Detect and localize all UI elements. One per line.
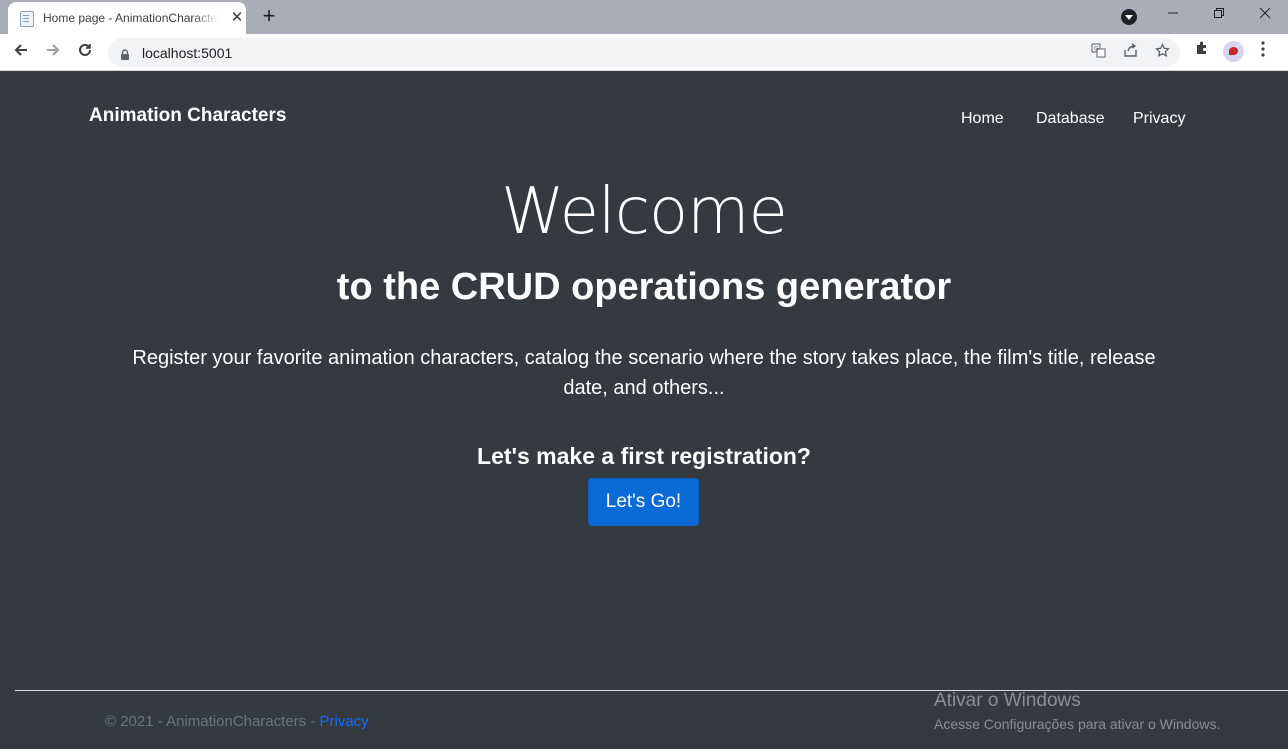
page-body: Animation Characters Home Database Priva… (0, 71, 1288, 749)
kebab-menu-icon[interactable] (1255, 40, 1271, 62)
avatar[interactable] (1223, 41, 1244, 62)
minimize-icon[interactable] (1158, 4, 1188, 26)
url-text[interactable]: localhost:5001 (142, 45, 232, 61)
plus-icon[interactable]: + (258, 5, 280, 27)
forward-arrow-icon[interactable] (40, 40, 66, 66)
page-title: Welcome (501, 175, 788, 249)
footer: © 2021 - AnimationCharacters - Privacy (105, 713, 369, 730)
close-window-icon[interactable] (1250, 4, 1280, 26)
star-icon[interactable] (1152, 42, 1172, 63)
svg-text:G: G (1094, 47, 1099, 53)
browser-tab[interactable]: Home page - AnimationCharacters ✕ (8, 2, 246, 34)
windows-activation-watermark: Ativar o Windows Acesse Configurações pa… (934, 690, 1220, 734)
lead-text: Register your favorite animation charact… (132, 347, 1156, 399)
restore-icon[interactable] (1204, 4, 1234, 26)
tab-title: Home page - AnimationCharacters (43, 11, 219, 25)
watermark-subtitle: Acesse Configurações para ativar o Windo… (934, 716, 1221, 732)
cta-heading: Let's make a first registration? (477, 443, 811, 469)
tab-search-icon[interactable] (1121, 9, 1137, 25)
browser-toolbar: localhost:5001 G (0, 34, 1288, 71)
back-arrow-icon[interactable] (8, 40, 34, 66)
puzzle-icon[interactable] (1192, 40, 1212, 62)
footer-privacy-link[interactable]: Privacy (319, 713, 368, 730)
navbar-brand[interactable]: Animation Characters (89, 105, 286, 127)
lets-go-button[interactable]: Let's Go! (588, 478, 699, 526)
page-icon (20, 11, 34, 27)
reload-icon[interactable] (72, 40, 98, 66)
nav-link-home[interactable]: Home (961, 110, 1004, 128)
nav-link-database[interactable]: Database (1036, 110, 1105, 128)
translate-icon[interactable]: G (1088, 43, 1108, 63)
address-bar[interactable]: localhost:5001 G (108, 38, 1180, 67)
footer-copyright: © 2021 - AnimationCharacters - (105, 713, 320, 730)
browser-tab-strip: Home page - AnimationCharacters ✕ + (0, 0, 1288, 34)
share-icon[interactable] (1120, 43, 1140, 63)
lock-icon[interactable] (120, 47, 130, 60)
close-icon[interactable]: ✕ (228, 9, 246, 27)
nav-link-privacy[interactable]: Privacy (1133, 110, 1185, 128)
watermark-title: Ativar o Windows (934, 690, 1081, 711)
page-subtitle: to the CRUD operations generator (336, 266, 952, 308)
